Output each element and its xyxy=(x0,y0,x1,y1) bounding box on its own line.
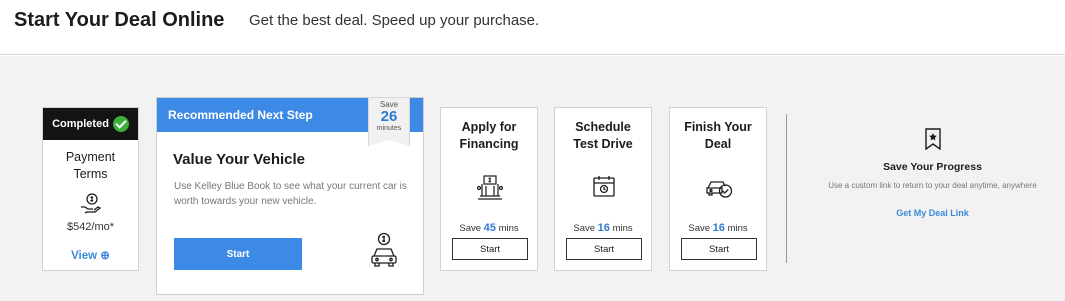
finish-deal-card: Finish Your Deal Save 16 mins Start xyxy=(669,107,767,271)
step-name-line2: Test Drive xyxy=(573,137,633,151)
page-title: Start Your Deal Online xyxy=(14,9,225,31)
card-description: Use Kelley Blue Book to see what your cu… xyxy=(174,181,407,207)
badge-minutes-value: 26 xyxy=(380,108,398,125)
time-saved: Save 45 mins xyxy=(441,222,537,234)
page-subtitle: Get the best deal. Speed up your purchas… xyxy=(249,12,540,29)
save-unit: mins xyxy=(727,223,748,234)
save-minutes: 45 xyxy=(483,222,496,234)
save-progress-panel: Save Your Progress Use a custom link to … xyxy=(800,114,1065,234)
save-minutes: 16 xyxy=(712,222,725,234)
step-name: Payment Terms xyxy=(43,149,138,183)
save-progress-description: Use a custom link to return to your deal… xyxy=(828,181,1037,190)
money-hand-icon xyxy=(81,193,102,214)
step-name-line2: Terms xyxy=(73,167,108,181)
completed-label: Completed xyxy=(52,118,109,130)
divider xyxy=(786,114,787,263)
time-saved-badge: Save 26 minutes xyxy=(368,97,410,146)
payment-amount: $542/mo* xyxy=(66,221,115,233)
bank-icon xyxy=(476,175,504,200)
finish-deal-start-button[interactable]: Start xyxy=(681,238,757,260)
step-name-line1: Schedule xyxy=(575,120,631,134)
card-title: Value Your Vehicle xyxy=(173,151,306,168)
bookmark-star-icon xyxy=(925,128,941,150)
save-prefix: Save xyxy=(688,223,711,234)
save-unit: mins xyxy=(612,223,633,234)
value-vehicle-start-button[interactable]: Start xyxy=(174,238,302,270)
step-name-line1: Finish Your xyxy=(684,120,752,134)
view-label: View xyxy=(71,250,98,262)
check-icon xyxy=(112,116,129,132)
completed-status-bar: Completed xyxy=(43,108,138,140)
value-vehicle-card: Recommended Next Step Save 26 minutes Va… xyxy=(156,97,424,295)
save-progress-title: Save Your Progress xyxy=(883,161,982,173)
page-header: Start Your Deal Online Get the best deal… xyxy=(0,0,1065,55)
payment-terms-card: Completed Payment Terms $542/mo* View ⊕ xyxy=(42,107,139,271)
step-name: Finish Your Deal xyxy=(670,119,766,153)
save-minutes: 16 xyxy=(597,222,610,234)
step-name-line2: Deal xyxy=(704,137,732,151)
apply-financing-card: Apply for Financing Save 45 mins Start xyxy=(440,107,538,271)
step-name: Apply for Financing xyxy=(441,119,537,153)
badge-minutes-unit: minutes xyxy=(376,125,402,132)
save-prefix: Save xyxy=(459,223,482,234)
car-dollar-icon xyxy=(371,232,397,267)
time-saved: Save 16 mins xyxy=(670,222,766,234)
save-prefix: Save xyxy=(573,223,596,234)
plus-circle-icon: ⊕ xyxy=(100,250,110,262)
schedule-test-drive-start-button[interactable]: Start xyxy=(566,238,642,260)
step-name: Schedule Test Drive xyxy=(555,119,651,153)
view-payment-terms-link[interactable]: View ⊕ xyxy=(43,248,138,262)
step-name-line1: Payment xyxy=(65,150,116,164)
schedule-test-drive-card: Schedule Test Drive Save 16 mins Start xyxy=(554,107,652,271)
calendar-icon xyxy=(593,176,615,197)
step-name-line1: Apply for xyxy=(461,120,517,134)
save-unit: mins xyxy=(498,223,519,234)
car-check-icon xyxy=(706,181,733,198)
time-saved: Save 16 mins xyxy=(555,222,651,234)
apply-financing-start-button[interactable]: Start xyxy=(452,238,528,260)
get-deal-link[interactable]: Get My Deal Link xyxy=(800,208,1065,218)
step-name-line2: Financing xyxy=(459,137,519,151)
